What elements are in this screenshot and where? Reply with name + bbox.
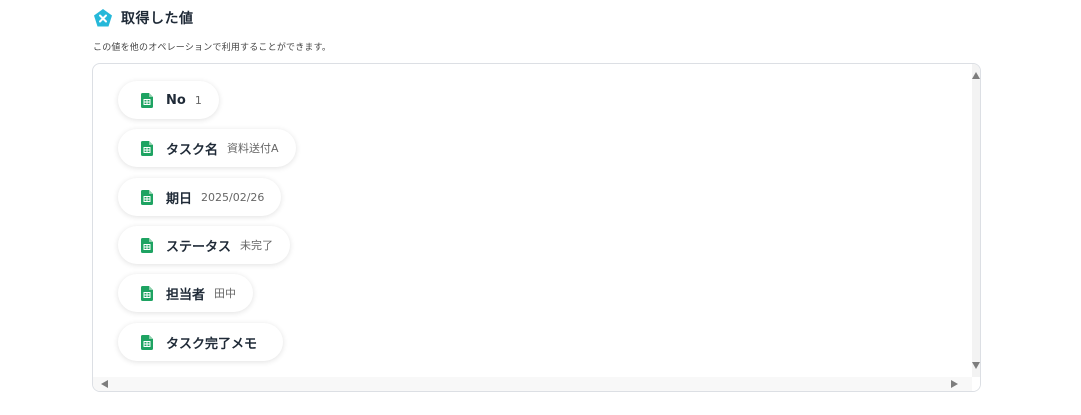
google-sheets-icon: [141, 334, 153, 350]
chip-value: 田中: [214, 287, 237, 300]
scroll-right-icon[interactable]: [951, 380, 958, 388]
section-description: この値を他のオペレーションで利用することができます。: [93, 43, 332, 53]
chip-key: 担当者: [166, 287, 206, 303]
scroll-up-icon[interactable]: [972, 72, 980, 79]
values-panel: No 1 タスク名 資料送付A 期日 2025/02/26 ステータス 未完了 …: [92, 63, 981, 392]
chip-key: 期日: [166, 191, 193, 207]
chip-key: ステータス: [166, 239, 232, 255]
scroll-down-icon[interactable]: [972, 362, 980, 369]
value-chip-due-date[interactable]: 期日 2025/02/26: [118, 178, 282, 216]
chip-key: No: [166, 92, 186, 108]
google-sheets-icon: [141, 189, 153, 205]
value-chip-status[interactable]: ステータス 未完了: [118, 226, 291, 264]
section-header: 取得した値: [93, 7, 194, 29]
chip-key: タスク名: [166, 142, 219, 158]
vertical-scrollbar[interactable]: [972, 64, 980, 377]
chip-key: タスク完了メモ: [166, 336, 258, 352]
value-chip-assignee[interactable]: 担当者 田中: [118, 274, 254, 312]
value-chip-no[interactable]: No 1: [118, 81, 219, 119]
google-sheets-icon: [141, 92, 153, 108]
chip-value: 未完了: [240, 239, 274, 252]
google-sheets-icon: [141, 140, 153, 156]
chip-value: 1: [194, 93, 202, 107]
value-chip-completion-memo[interactable]: タスク完了メモ: [118, 323, 284, 361]
horizontal-scrollbar[interactable]: [93, 377, 974, 391]
value-chip-task-name[interactable]: タスク名 資料送付A: [118, 129, 296, 167]
chip-value: 資料送付A: [227, 142, 279, 155]
chip-value: 2025/02/26: [201, 190, 265, 204]
scroll-left-icon[interactable]: [101, 380, 108, 388]
scrollbar-corner: [972, 377, 980, 391]
google-sheets-icon: [141, 285, 153, 301]
google-sheets-icon: [141, 237, 153, 253]
variable-x-icon: [94, 9, 112, 27]
section-title: 取得した値: [121, 11, 194, 27]
